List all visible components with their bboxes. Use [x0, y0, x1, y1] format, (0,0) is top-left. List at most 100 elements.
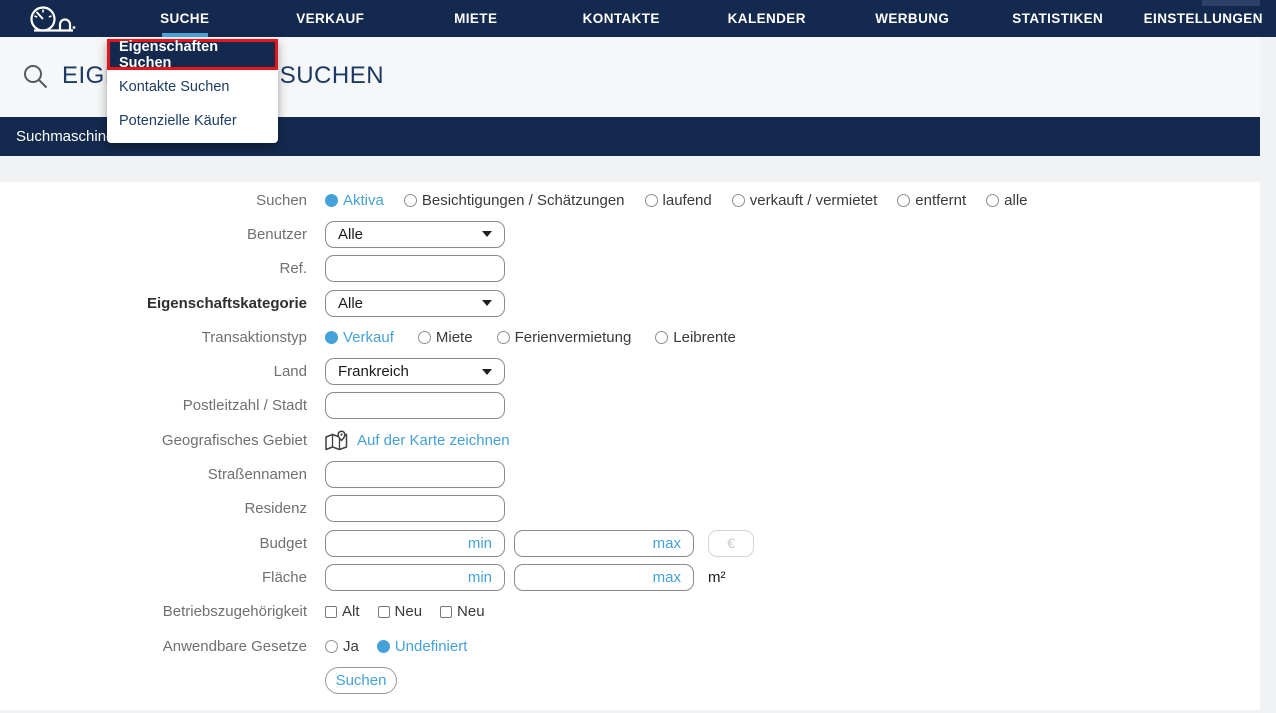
plz-label: Postleitzahl / Stadt — [182, 397, 307, 415]
checkbox-label: Neu — [457, 603, 485, 621]
nav-item-verkauf[interactable]: VERKAUF — [258, 0, 404, 37]
window-edge-artifact — [1202, 0, 1260, 6]
radio-entfernt[interactable]: entfernt — [897, 192, 966, 209]
radio-verkauft-vermietet[interactable]: verkauft / vermietet — [731, 191, 878, 209]
menu-item-kontakte-suchen[interactable]: Kontakte Suchen — [107, 70, 278, 104]
radio-icon — [417, 330, 431, 344]
radio-label: Ja — [343, 637, 359, 655]
radio-icon — [897, 193, 911, 207]
search-icon — [24, 64, 48, 88]
plz-input[interactable] — [325, 392, 505, 420]
row-strasse: Straßennamen — [0, 457, 1260, 491]
square-meter-unit: m² — [708, 568, 726, 586]
flaeche-min-input[interactable] — [325, 563, 505, 591]
checkbox-icon — [440, 605, 453, 618]
land-select-value: Frankreich — [338, 363, 409, 381]
row-status: Suchen Aktiva Besichtigungen / Schätzung… — [0, 183, 1260, 217]
radio-icon — [496, 330, 510, 344]
radio-icon — [403, 193, 417, 207]
status-label: Suchen — [256, 191, 307, 209]
radio-verkauf[interactable]: Verkauf — [325, 329, 394, 346]
radio-label: Verkauf — [343, 328, 394, 346]
radio-miete[interactable]: Miete — [417, 328, 473, 346]
status-options: Aktiva Besichtigungen / Schätzungen lauf… — [325, 192, 1028, 209]
budget-label: Budget — [259, 534, 307, 552]
ref-input[interactable] — [325, 255, 505, 283]
suche-dropdown-menu: Eigenschaften Suchen Kontakte Suchen Pot… — [107, 39, 278, 143]
radio-besichtigungen[interactable]: Besichtigungen / Schätzungen — [403, 191, 625, 209]
radio-alle[interactable]: alle — [986, 191, 1028, 209]
checkbox-alt[interactable]: Alt — [325, 603, 360, 620]
chevron-down-icon — [482, 300, 492, 307]
kategorie-select-value: Alle — [338, 294, 364, 312]
land-label: Land — [273, 363, 307, 381]
row-flaeche: Fläche m² — [0, 560, 1260, 594]
flaeche-max-input[interactable] — [514, 563, 694, 591]
nav-item-statistiken[interactable]: STATISTIKEN — [985, 0, 1131, 37]
chevron-down-icon — [482, 231, 492, 238]
budget-max-input[interactable] — [514, 529, 694, 557]
radio-label: Undefiniert — [394, 637, 468, 655]
land-select[interactable]: Frankreich — [325, 358, 505, 386]
radio-ja[interactable]: Ja — [325, 638, 359, 655]
radio-icon — [655, 330, 669, 344]
checkbox-neu-2[interactable]: Neu — [440, 603, 485, 620]
strasse-input[interactable] — [325, 461, 505, 489]
radio-icon — [325, 330, 338, 344]
radio-label: entfernt — [915, 191, 967, 209]
app-logo[interactable] — [0, 4, 112, 34]
nav-item-suche[interactable]: SUCHE — [112, 0, 258, 37]
radio-icon — [325, 193, 338, 207]
row-land: Land Frankreich — [0, 354, 1260, 388]
checkbox-neu-1[interactable]: Neu — [377, 603, 422, 620]
radio-aktiva[interactable]: Aktiva — [325, 192, 384, 209]
row-ref: Ref. — [0, 252, 1260, 286]
strasse-label: Straßennamen — [207, 466, 307, 484]
row-betrieb: Betriebszugehörigkeit Alt Neu Neu — [0, 595, 1260, 629]
row-budget: Budget € — [0, 526, 1260, 560]
benutzer-select-value: Alle — [338, 225, 364, 243]
menu-item-eigenschaften-suchen[interactable]: Eigenschaften Suchen — [107, 39, 278, 71]
row-residenz: Residenz — [0, 492, 1260, 526]
search-form-panel: Suchen Aktiva Besichtigungen / Schätzung… — [0, 182, 1260, 710]
top-navigation-bar: SUCHE VERKAUF MIETE KONTAKTE KALENDER WE… — [0, 0, 1276, 37]
draw-on-map-link[interactable]: Auf der Karte zeichnen — [325, 430, 510, 451]
checkbox-icon — [325, 605, 337, 618]
row-kategorie: Eigenschaftskategorie Alle — [0, 286, 1260, 320]
flaeche-label: Fläche — [261, 568, 307, 586]
nav-item-werbung[interactable]: WERBUNG — [840, 0, 986, 37]
gauge-logo-icon — [30, 5, 76, 32]
radio-label: Miete — [435, 328, 473, 346]
ref-label: Ref. — [279, 260, 307, 278]
nav-item-miete[interactable]: MIETE — [403, 0, 549, 37]
checkbox-icon — [377, 605, 390, 618]
gesetze-label: Anwendbare Gesetze — [162, 637, 307, 655]
radio-leibrente[interactable]: Leibrente — [655, 329, 736, 346]
radio-laufend[interactable]: laufend — [644, 192, 712, 209]
map-pin-icon — [325, 430, 348, 450]
row-benutzer: Benutzer Alle — [0, 217, 1260, 251]
geo-label: Geografisches Gebiet — [161, 431, 307, 449]
radio-label: Aktiva — [343, 191, 384, 209]
nav-item-kontakte[interactable]: KONTAKTE — [549, 0, 695, 37]
radio-label: Ferienvermietung — [514, 328, 632, 346]
radio-label: alle — [1004, 191, 1028, 209]
checkbox-label: Alt — [342, 603, 360, 621]
row-submit: Suchen — [0, 663, 1260, 697]
nav-item-kalender[interactable]: KALENDER — [694, 0, 840, 37]
radio-ferienvermietung[interactable]: Ferienvermietung — [496, 328, 632, 346]
radio-label: Besichtigungen / Schätzungen — [421, 191, 625, 209]
betrieb-options: Alt Neu Neu — [325, 603, 485, 620]
search-submit-button[interactable]: Suchen — [325, 666, 397, 694]
budget-min-input[interactable] — [325, 529, 505, 557]
kategorie-select[interactable]: Alle — [325, 289, 505, 317]
residenz-input[interactable] — [325, 495, 505, 523]
radio-undefiniert[interactable]: Undefiniert — [376, 637, 468, 655]
benutzer-select[interactable]: Alle — [325, 220, 505, 248]
currency-euro-button[interactable]: € — [708, 529, 754, 557]
menu-item-potenzielle-kaeufer[interactable]: Potenzielle Käufer — [107, 104, 278, 138]
radio-label: verkauft / vermietet — [749, 191, 878, 209]
nav-menu: SUCHE VERKAUF MIETE KONTAKTE KALENDER WE… — [112, 0, 1276, 37]
radio-icon — [376, 639, 390, 653]
row-transaktionstyp: Transaktionstyp Verkauf Miete Ferienverm… — [0, 320, 1260, 354]
